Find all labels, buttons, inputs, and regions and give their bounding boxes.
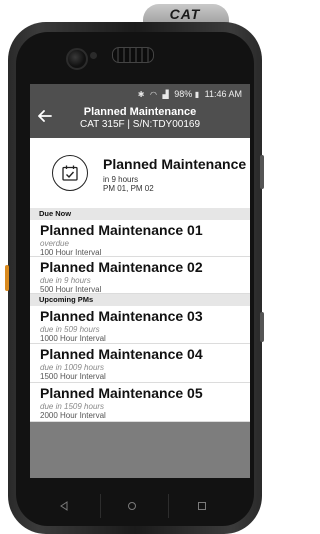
pm-item-status: due in 1509 hours bbox=[40, 402, 105, 411]
screen: ✱ ◠ ▟ 98% ▮ 11:46 AM Planned Maintenance… bbox=[30, 84, 250, 478]
pm-list-item[interactable]: Planned Maintenance 05 due in 1509 hours… bbox=[30, 383, 250, 422]
summary-due-time: in 9 hours bbox=[103, 175, 139, 184]
pm-item-interval: 1000 Hour Interval bbox=[40, 334, 106, 343]
section-header-due-now: Due Now bbox=[30, 208, 250, 220]
earpiece-speaker bbox=[112, 47, 154, 63]
volume-button[interactable] bbox=[260, 155, 264, 189]
pm-item-name: Planned Maintenance 02 bbox=[40, 259, 203, 275]
front-camera bbox=[66, 48, 88, 70]
battery-icon: ▮ bbox=[194, 90, 200, 99]
nav-divider bbox=[100, 494, 101, 518]
app-bar-subtitle: CAT 315F | S/N:TDY00169 bbox=[79, 119, 201, 130]
clock: 11:46 AM bbox=[204, 89, 242, 99]
pm-item-status: overdue bbox=[40, 239, 69, 248]
pm-item-name: Planned Maintenance 01 bbox=[40, 222, 203, 238]
nav-recents-icon[interactable] bbox=[193, 497, 211, 515]
pm-item-interval: 1500 Hour Interval bbox=[40, 372, 106, 381]
pm-list-item[interactable]: Planned Maintenance 02 due in 9 hours 50… bbox=[30, 257, 250, 294]
pm-item-interval: 2000 Hour Interval bbox=[40, 411, 106, 420]
proximity-sensor bbox=[90, 52, 97, 59]
pm-item-status: due in 509 hours bbox=[40, 325, 100, 334]
signal-icon: ▟ bbox=[162, 90, 169, 99]
nav-home-icon[interactable] bbox=[123, 497, 141, 515]
app-bar: ✱ ◠ ▟ 98% ▮ 11:46 AM Planned Maintenance… bbox=[30, 84, 250, 138]
status-bar: ✱ ◠ ▟ 98% ▮ 11:46 AM bbox=[138, 89, 242, 99]
pm-item-interval: 100 Hour Interval bbox=[40, 248, 102, 257]
pm-item-status: due in 1009 hours bbox=[40, 363, 105, 372]
calendar-check-icon bbox=[52, 155, 88, 191]
app-bar-title: Planned Maintenance bbox=[83, 106, 197, 118]
pm-list-item[interactable]: Planned Maintenance 03 due in 509 hours … bbox=[30, 306, 250, 344]
wifi-icon: ◠ bbox=[150, 90, 157, 99]
top-bezel bbox=[26, 30, 256, 86]
summary-pm-list: PM 01, PM 02 bbox=[103, 184, 154, 193]
section-header-upcoming: Upcoming PMs bbox=[30, 294, 250, 306]
bluetooth-icon: ✱ bbox=[137, 90, 145, 99]
pm-list-item[interactable]: Planned Maintenance 01 overdue 100 Hour … bbox=[30, 220, 250, 257]
pm-list-item[interactable]: Planned Maintenance 04 due in 1009 hours… bbox=[30, 344, 250, 383]
summary-card: Planned Maintenance in 9 hours PM 01, PM… bbox=[30, 138, 250, 208]
pm-item-status: due in 9 hours bbox=[40, 276, 91, 285]
navigation-bar bbox=[18, 488, 248, 522]
pm-item-interval: 500 Hour Interval bbox=[40, 285, 102, 294]
power-button[interactable] bbox=[260, 312, 264, 342]
pm-item-name: Planned Maintenance 03 bbox=[40, 308, 203, 324]
nav-back-icon[interactable] bbox=[55, 497, 73, 515]
brand-logo: CAT bbox=[169, 6, 201, 22]
nav-divider bbox=[168, 494, 169, 518]
battery-percent: 98% bbox=[174, 89, 193, 99]
pm-item-name: Planned Maintenance 04 bbox=[40, 346, 203, 362]
pm-item-name: Planned Maintenance 05 bbox=[40, 385, 203, 401]
empty-area bbox=[30, 422, 250, 478]
summary-title: Planned Maintenance bbox=[103, 156, 247, 172]
programmable-button[interactable] bbox=[5, 265, 9, 291]
